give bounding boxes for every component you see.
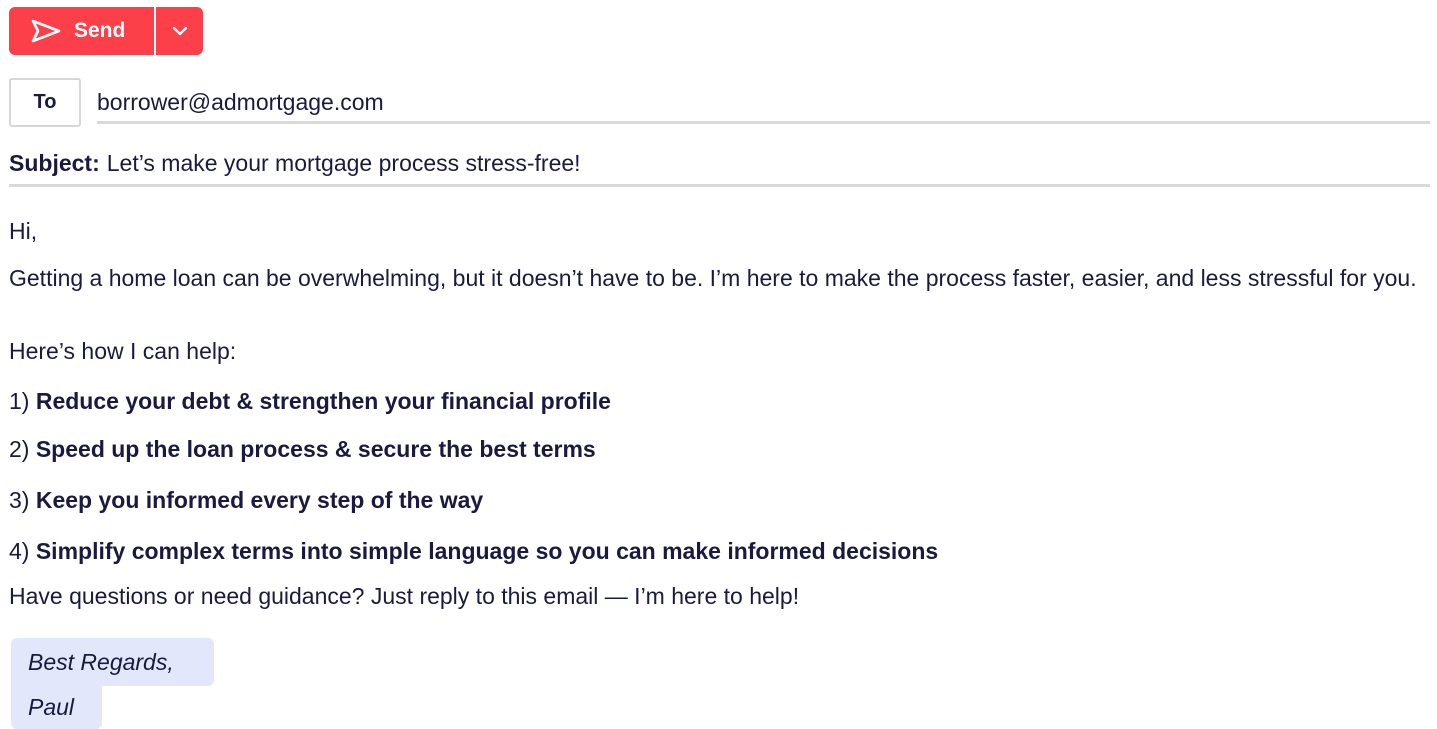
list-item-number: 4) xyxy=(9,538,30,564)
closing-text: Have questions or need guidance? Just re… xyxy=(9,583,800,609)
subject-field[interactable]: Subject: Let’s make your mortgage proces… xyxy=(9,147,1430,187)
chevron-down-icon xyxy=(172,26,187,36)
send-button[interactable]: Send xyxy=(9,7,154,55)
list-item-text: Reduce your debt & strengthen your finan… xyxy=(35,388,611,414)
list-item: 1) Reduce your debt & strengthen your fi… xyxy=(9,388,611,414)
to-field[interactable] xyxy=(97,84,1430,124)
list-item-text: Simplify complex terms into simple langu… xyxy=(35,538,939,564)
greeting: Hi, xyxy=(9,218,38,244)
send-button-label: Send xyxy=(74,19,126,42)
list-item: 4) Simplify complex terms into simple la… xyxy=(9,538,938,564)
send-plane-icon xyxy=(31,19,61,43)
lead-in-text: Here’s how I can help: xyxy=(9,338,237,364)
to-button[interactable]: To xyxy=(9,78,81,127)
list-item: 2) Speed up the loan process & secure th… xyxy=(9,436,596,462)
subject-label: Subject: xyxy=(9,150,100,176)
signature-line-name: Paul xyxy=(11,686,102,729)
list-item-text: Speed up the loan process & secure the b… xyxy=(35,436,596,462)
list-item-text: Keep you informed every step of the way xyxy=(35,487,484,513)
list-item-number: 3) xyxy=(9,487,30,513)
subject-value: Let’s make your mortgage process stress-… xyxy=(106,150,581,176)
intro-paragraph: Getting a home loan can be overwhelming,… xyxy=(9,265,1417,291)
send-button-group: Send xyxy=(9,7,203,55)
list-item-number: 1) xyxy=(9,388,30,414)
send-options-button[interactable] xyxy=(156,7,203,55)
list-item: 3) Keep you informed every step of the w… xyxy=(9,487,483,513)
list-item-number: 2) xyxy=(9,436,30,462)
signature-line-regards: Best Regards, xyxy=(11,638,214,686)
